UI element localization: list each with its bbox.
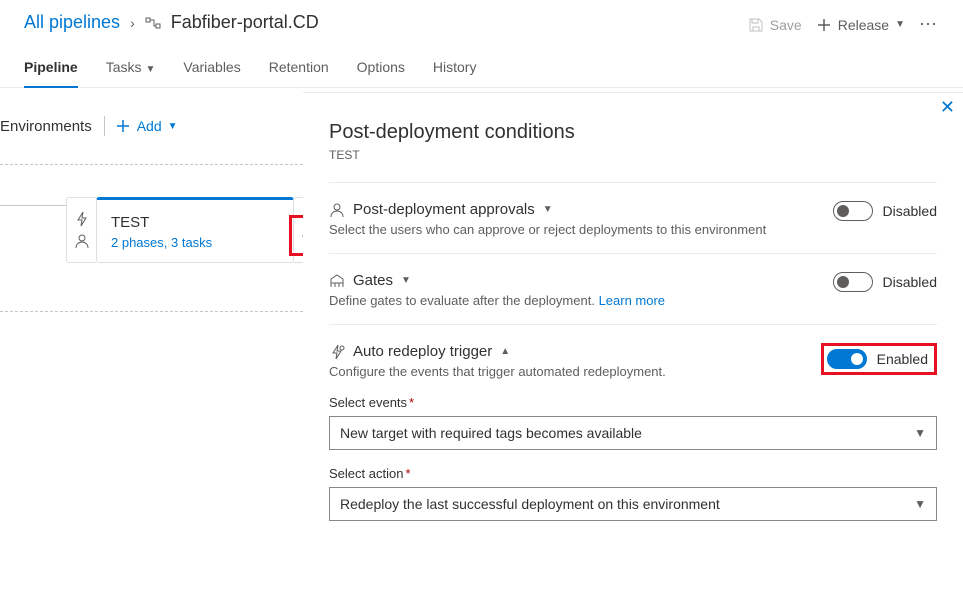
toolbar: Save Release ▼ ⋯ [748, 14, 939, 35]
approvals-section: Post-deployment approvals ▼ Select the u… [329, 182, 937, 253]
stage-name: TEST [111, 214, 279, 231]
person-icon [74, 233, 90, 249]
environments-label: Environments [0, 118, 104, 135]
chevron-down-icon: ▼ [543, 204, 553, 215]
panel-subtitle: TEST [329, 148, 937, 162]
stage-meta-link[interactable]: 2 phases, 3 tasks [111, 235, 279, 250]
gates-icon [329, 273, 345, 289]
select-action-label: Select action* [329, 466, 937, 481]
tab-tasks[interactable]: Tasks▼ [106, 51, 156, 87]
auto-redeploy-toggle[interactable] [827, 349, 867, 369]
trigger-icon [74, 211, 90, 227]
select-events-dropdown[interactable]: New target with required tags becomes av… [329, 416, 937, 450]
add-environment-button[interactable]: Add ▼ [115, 118, 178, 134]
chevron-down-icon: ▼ [914, 426, 926, 440]
select-events-label: Select events* [329, 395, 937, 410]
pre-deployment-button[interactable] [66, 197, 96, 263]
auto-redeploy-section: Auto redeploy trigger ▲ Configure the ev… [329, 324, 937, 537]
more-button[interactable]: ⋯ [919, 14, 939, 35]
save-button[interactable]: Save [748, 17, 802, 33]
tab-pipeline[interactable]: Pipeline [24, 51, 78, 87]
person-icon [329, 202, 345, 218]
chevron-down-icon: ▼ [914, 497, 926, 511]
approvals-toggle-label: Disabled [883, 203, 937, 219]
tab-history[interactable]: History [433, 51, 477, 87]
release-button[interactable]: Release ▼ [816, 17, 905, 33]
auto-redeploy-toggle-label: Enabled [877, 351, 928, 367]
pipeline-icon [145, 15, 161, 31]
chevron-right-icon: › [130, 15, 135, 31]
page-title: Fabfiber-portal.CD [171, 12, 319, 33]
save-icon [748, 17, 764, 33]
tab-bar: Pipeline Tasks▼ Variables Retention Opti… [0, 41, 963, 88]
chevron-down-icon: ▼ [168, 121, 178, 132]
chevron-down-icon: ▼ [401, 275, 411, 286]
chevron-down-icon: ▼ [895, 19, 905, 30]
gates-toggle[interactable] [833, 272, 873, 292]
chevron-down-icon: ▼ [145, 64, 155, 75]
tab-variables[interactable]: Variables [183, 51, 240, 87]
tab-retention[interactable]: Retention [269, 51, 329, 87]
stage-card[interactable]: TEST 2 phases, 3 tasks [96, 197, 294, 263]
panel-title: Post-deployment conditions [329, 121, 937, 144]
chevron-up-icon: ▲ [500, 346, 510, 357]
gates-toggle-label: Disabled [883, 274, 937, 290]
plus-icon [115, 118, 131, 134]
connector-line [0, 205, 66, 206]
tab-options[interactable]: Options [357, 51, 405, 87]
approvals-toggle[interactable] [833, 201, 873, 221]
gates-section: Gates ▼ Define gates to evaluate after t… [329, 253, 937, 324]
breadcrumb-root-link[interactable]: All pipelines [24, 12, 120, 33]
close-panel-button[interactable]: ✕ [940, 97, 955, 118]
post-deployment-panel: ✕ Post-deployment conditions TEST Post-d… [303, 92, 963, 593]
highlight-marker: Enabled [821, 343, 937, 375]
select-action-dropdown[interactable]: Redeploy the last successful deployment … [329, 487, 937, 521]
trigger-icon [329, 344, 345, 360]
gates-learn-more-link[interactable]: Learn more [599, 293, 665, 308]
plus-icon [816, 17, 832, 33]
